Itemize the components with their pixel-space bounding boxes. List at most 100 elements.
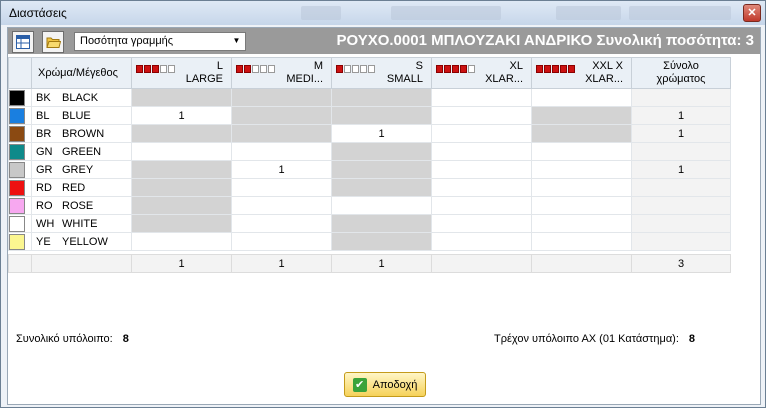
color-code: YE bbox=[36, 235, 51, 248]
quantity-cell[interactable] bbox=[231, 178, 332, 197]
quantity-cell[interactable] bbox=[431, 196, 532, 215]
footer-blank bbox=[8, 254, 32, 273]
color-total-cell bbox=[631, 232, 731, 251]
color-swatch bbox=[8, 124, 32, 143]
background-blur bbox=[301, 6, 341, 20]
size-name: SMALL bbox=[386, 73, 423, 85]
quantity-cell[interactable] bbox=[431, 232, 532, 251]
quantity-cell bbox=[131, 160, 232, 179]
size-name: XLAR... bbox=[485, 73, 523, 85]
size-code: L bbox=[216, 60, 223, 72]
accept-label: Αποδοχή bbox=[372, 378, 418, 391]
quantity-cell[interactable] bbox=[531, 232, 632, 251]
color-code: GN bbox=[36, 145, 53, 158]
color-row: RD RED bbox=[8, 178, 731, 197]
quantity-cell[interactable] bbox=[431, 214, 532, 233]
color-label: RD RED bbox=[31, 178, 132, 197]
color-code: BR bbox=[36, 127, 52, 140]
item-headline: ΡΟΥΧΟ.0001 ΜΠΛΟΥΖΑΚΙ ΑΝΔΡΙΚΟ Συνολική πο… bbox=[336, 32, 754, 49]
quantity-cell[interactable]: 1 bbox=[231, 160, 332, 179]
quantity-cell bbox=[331, 160, 432, 179]
color-total-cell: 1 bbox=[631, 124, 731, 143]
quantity-cell[interactable] bbox=[431, 142, 532, 161]
color-label: GN GREEN bbox=[31, 142, 132, 161]
quantity-mode-select[interactable]: Ποσότητα γραμμής ▼ bbox=[74, 32, 246, 51]
quantity-cell[interactable] bbox=[231, 196, 332, 215]
color-swatch-chip bbox=[9, 233, 25, 250]
size-code: M bbox=[313, 60, 323, 72]
quantity-cell[interactable] bbox=[531, 196, 632, 215]
quantity-cell[interactable] bbox=[431, 106, 532, 125]
chevron-down-icon: ▼ bbox=[232, 36, 241, 45]
color-label: GR GREY bbox=[31, 160, 132, 179]
color-swatch-chip bbox=[9, 89, 25, 106]
quantity-cell[interactable] bbox=[131, 232, 232, 251]
background-blur bbox=[391, 6, 501, 20]
size-code: XXL X bbox=[592, 60, 623, 72]
quantity-cell[interactable] bbox=[531, 160, 632, 179]
color-row: YE YELLOW bbox=[8, 232, 731, 251]
size-color-grid: Χρώμα/Μέγεθος LLARGE MMEDI... SSMALL bbox=[8, 57, 731, 273]
grid-settings-button[interactable] bbox=[12, 31, 34, 53]
color-swatch-chip bbox=[9, 125, 25, 142]
color-swatch-chip bbox=[9, 197, 25, 214]
quantity-cell[interactable] bbox=[131, 142, 232, 161]
color-swatch-chip bbox=[9, 179, 25, 196]
quantity-cell[interactable] bbox=[231, 232, 332, 251]
color-label: WH WHITE bbox=[31, 214, 132, 233]
color-row: GN GREEN bbox=[8, 142, 731, 161]
quantity-cell[interactable] bbox=[431, 160, 532, 179]
quantity-cell[interactable]: 1 bbox=[331, 124, 432, 143]
checkmark-icon: ✔ bbox=[352, 377, 367, 392]
quantity-cell[interactable] bbox=[231, 214, 332, 233]
quantity-cell bbox=[231, 106, 332, 125]
size-level-icon bbox=[236, 65, 275, 73]
quantity-cell[interactable] bbox=[531, 214, 632, 233]
color-swatch bbox=[8, 142, 32, 161]
quantity-cell[interactable] bbox=[431, 88, 532, 107]
color-name: BLACK bbox=[62, 91, 99, 104]
color-total-cell: 1 bbox=[631, 106, 731, 125]
quantity-mode-value: Ποσότητα γραμμής bbox=[80, 35, 174, 47]
color-label: BK BLACK bbox=[31, 88, 132, 107]
quantity-cell[interactable] bbox=[331, 196, 432, 215]
size-code: XL bbox=[509, 60, 523, 72]
color-label: YE YELLOW bbox=[31, 232, 132, 251]
size-total-cell: 1 bbox=[231, 254, 332, 273]
quantity-cell[interactable] bbox=[531, 178, 632, 197]
color-size-header: Χρώμα/Μέγεθος bbox=[31, 57, 132, 89]
background-blur bbox=[629, 6, 731, 20]
color-row: BK BLACK bbox=[8, 88, 731, 107]
color-code: RD bbox=[36, 181, 52, 194]
quantity-cell[interactable] bbox=[531, 88, 632, 107]
quantity-cell[interactable]: 1 bbox=[131, 106, 232, 125]
background-blur bbox=[556, 6, 621, 20]
grid-icon bbox=[16, 35, 30, 49]
color-swatch-chip bbox=[9, 143, 25, 160]
quantity-cell bbox=[331, 106, 432, 125]
color-total-cell bbox=[631, 196, 731, 215]
quantity-cell[interactable] bbox=[431, 178, 532, 197]
accept-button[interactable]: ✔ Αποδοχή bbox=[344, 372, 426, 397]
color-swatch bbox=[8, 178, 32, 197]
color-swatch bbox=[8, 160, 32, 179]
color-swatch bbox=[8, 196, 32, 215]
dimensions-dialog: Διαστάσεις ✕ Ποσότητα γραμμής ▼ ΡΟΥΧΟ.00… bbox=[0, 0, 766, 408]
quantity-cell bbox=[331, 178, 432, 197]
color-name: WHITE bbox=[62, 217, 98, 230]
size-header-xl: XL XLAR... bbox=[431, 57, 532, 89]
quantity-cell bbox=[131, 88, 232, 107]
quantity-cell[interactable] bbox=[231, 142, 332, 161]
quantity-cell[interactable] bbox=[431, 124, 532, 143]
open-folder-button[interactable] bbox=[42, 31, 64, 53]
color-total-cell: 1 bbox=[631, 160, 731, 179]
quantity-cell bbox=[131, 178, 232, 197]
close-button[interactable]: ✕ bbox=[743, 4, 761, 22]
color-code: BK bbox=[36, 91, 51, 104]
quantity-cell[interactable] bbox=[531, 142, 632, 161]
swatch-header bbox=[8, 57, 32, 89]
quantity-cell bbox=[331, 88, 432, 107]
footer-blank bbox=[31, 254, 132, 273]
size-name: LARGE bbox=[185, 73, 223, 85]
color-total-cell bbox=[631, 142, 731, 161]
